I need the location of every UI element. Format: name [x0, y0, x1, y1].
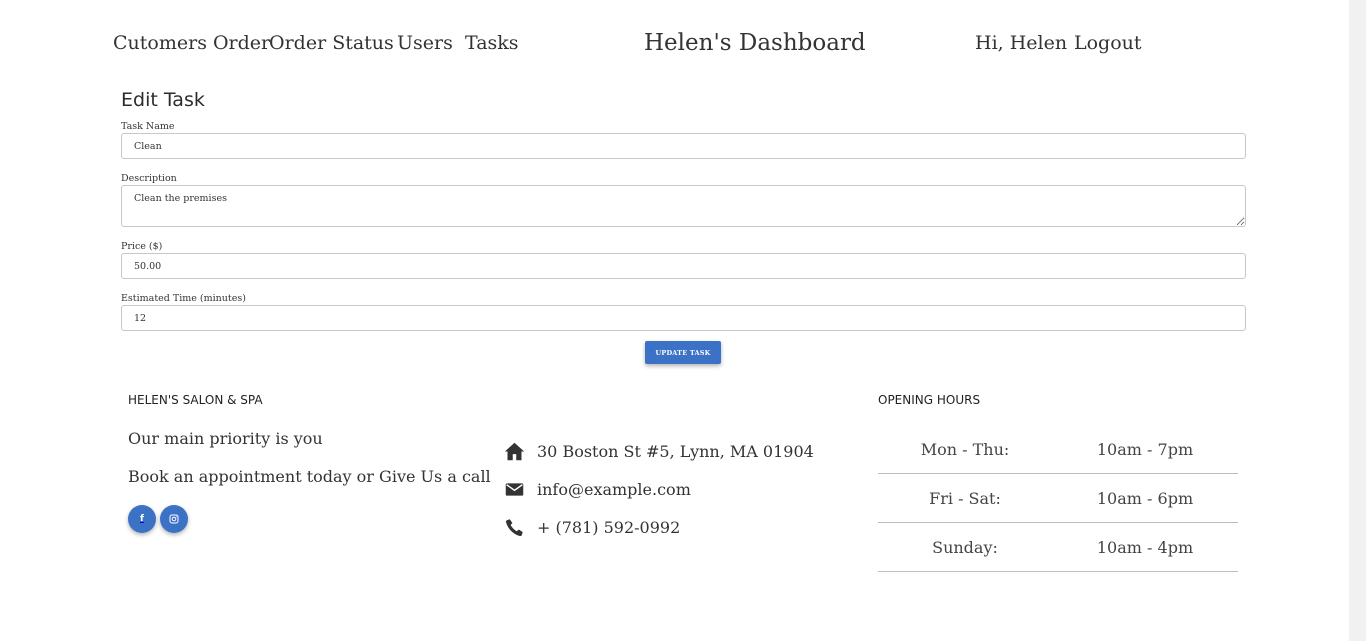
hours-row: Sunday: 10am - 4pm [878, 523, 1238, 572]
price-input[interactable] [121, 253, 1246, 279]
facebook-icon: f [140, 514, 144, 524]
hours-day: Sunday: [932, 537, 998, 557]
hours-day: Mon - Thu: [920, 439, 1010, 459]
hours-day: Fri - Sat: [929, 488, 1001, 508]
hours-time: 10am - 6pm [1096, 488, 1194, 508]
description-textarea[interactable]: Clean the premises [121, 185, 1246, 227]
facebook-button[interactable]: f [128, 505, 156, 533]
home-icon [504, 442, 525, 461]
page-scrollbar[interactable] [1349, 0, 1366, 641]
hours-row: Mon - Thu: 10am - 7pm [878, 425, 1238, 474]
page-title: Edit Task [121, 89, 205, 111]
nav-link-users[interactable]: Users [397, 28, 453, 58]
top-navbar: Cutomers Order Order Status Users Tasks … [0, 28, 1349, 60]
call-to-action-text: Book an appointment today or Give Us a c… [128, 467, 491, 486]
description-label: Description [121, 173, 177, 184]
instagram-button[interactable] [160, 505, 188, 533]
hours-time: 10am - 7pm [1096, 439, 1194, 459]
opening-hours-table: Mon - Thu: 10am - 7pm Fri - Sat: 10am - … [878, 425, 1238, 572]
email-text: info@example.com [537, 480, 691, 499]
task-name-label: Task Name [121, 121, 175, 132]
phone-row: + (781) 592-0992 [504, 517, 680, 538]
phone-icon [505, 519, 523, 537]
estimated-time-input[interactable] [121, 305, 1246, 331]
logout-link[interactable]: Logout [1074, 28, 1142, 58]
phone-text: + (781) 592-0992 [537, 518, 681, 537]
price-label: Price ($) [121, 241, 163, 252]
nav-link-order-status[interactable]: Order Status [269, 28, 394, 58]
opening-hours-heading: Opening Hours [878, 393, 981, 407]
update-task-button[interactable]: Update Task [645, 341, 721, 364]
salon-name-heading: Helen's Salon & Spa [128, 393, 263, 407]
envelope-icon [505, 483, 524, 496]
hours-row: Fri - Sat: 10am - 6pm [878, 474, 1238, 523]
address-text: 30 Boston St #5, Lynn, MA 01904 [537, 442, 814, 461]
hours-time: 10am - 4pm [1096, 537, 1194, 557]
dashboard-title: Helen's Dashboard [644, 30, 866, 56]
nav-link-tasks[interactable]: Tasks [465, 28, 519, 58]
user-greeting: Hi, Helen [975, 32, 1068, 54]
nav-link-customers-order[interactable]: Cutomers Order [113, 28, 270, 58]
tagline-text: Our main priority is you [128, 429, 323, 448]
estimated-time-label: Estimated Time (minutes) [121, 293, 246, 304]
instagram-icon [169, 514, 179, 524]
address-row: 30 Boston St #5, Lynn, MA 01904 [504, 441, 814, 462]
email-row: info@example.com [504, 479, 691, 500]
task-name-input[interactable] [121, 133, 1246, 159]
